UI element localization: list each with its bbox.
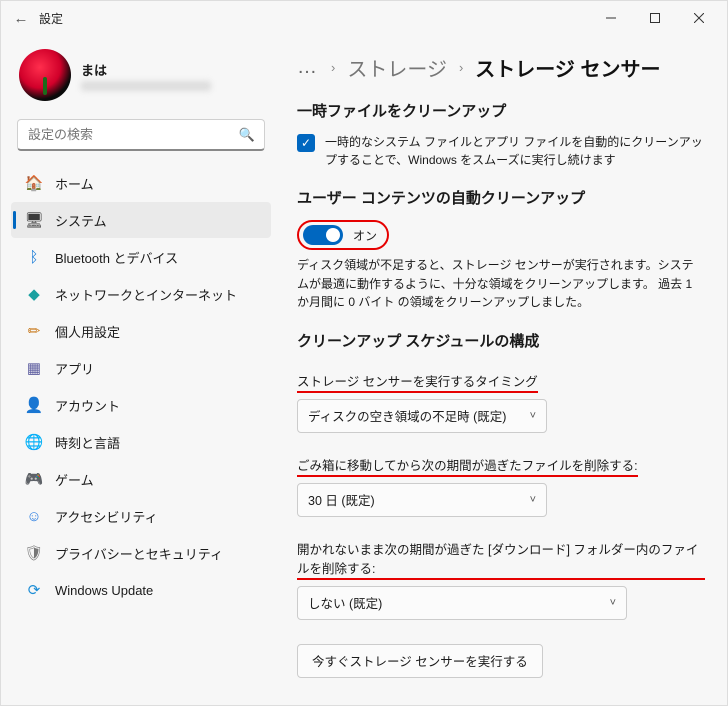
nav-bluetooth[interactable]: ᛒ Bluetooth とデバイス (11, 239, 271, 275)
search-box[interactable]: 🔍 (17, 119, 265, 151)
brush-icon: ✏ (25, 322, 43, 340)
nav-label: アカウント (55, 396, 120, 415)
temp-cleanup-checkbox[interactable]: ✓ (297, 134, 315, 152)
shield-icon: 🛡 (25, 544, 43, 562)
gamepad-icon: 🎮 (25, 470, 43, 488)
label-recycle-bin: ごみ箱に移動してから次の期間が過ぎたファイルを削除する: (297, 455, 638, 477)
settings-window: ← 設定 まは 🔍 🏠ホーム 🖥システム ᛒBluetooth とデバ (0, 0, 728, 706)
chevron-down-icon: ˅ (530, 410, 536, 422)
search-icon: 🔍 (239, 127, 255, 143)
minimize-button[interactable] (589, 3, 633, 33)
nav-personalization[interactable]: ✏ 個人用設定 (11, 313, 271, 349)
chevron-right-icon: › (331, 60, 335, 75)
titlebar: ← 設定 (1, 1, 727, 35)
nav-label: アクセシビリティ (55, 507, 158, 526)
nav-label: Bluetooth とデバイス (55, 248, 178, 267)
nav-label: ネットワークとインターネット (55, 285, 237, 304)
temp-cleanup-desc: 一時的なシステム ファイルとアプリ ファイルを自動的にクリーンアップすることで、… (325, 133, 705, 169)
profile-block[interactable]: まは (11, 43, 271, 113)
nav-apps[interactable]: ▦ アプリ (11, 350, 271, 386)
nav-accounts[interactable]: 👤 アカウント (11, 387, 271, 423)
select-recycle-bin[interactable]: 30 日 (既定) ˅ (297, 483, 547, 517)
apps-icon: ▦ (25, 359, 43, 377)
profile-email-blurred (81, 81, 211, 91)
nav-label: 個人用設定 (55, 322, 120, 341)
temp-cleanup-row: ✓ 一時的なシステム ファイルとアプリ ファイルを自動的にクリーンアップすること… (297, 133, 705, 169)
update-icon: ⟳ (25, 581, 43, 599)
breadcrumb: … › ストレージ › ストレージ センサー (297, 53, 705, 82)
annotation-circle: オン (297, 220, 389, 250)
nav-label: 時刻と言語 (55, 433, 120, 452)
chevron-down-icon: ˅ (530, 494, 536, 506)
run-now-label: 今すぐストレージ センサーを実行する (312, 651, 528, 670)
profile-name: まは (81, 60, 211, 79)
main-content: … › ストレージ › ストレージ センサー 一時ファイルをクリーンアップ ✓ … (281, 35, 727, 705)
back-button[interactable]: ← (7, 10, 35, 27)
toggle-state-label: オン (353, 227, 377, 244)
select-run-timing[interactable]: ディスクの空き領域の不足時 (既定) ˅ (297, 399, 547, 433)
window-title: 設定 (39, 10, 63, 27)
nav-windows-update[interactable]: ⟳ Windows Update (11, 572, 271, 608)
auto-cleanup-desc: ディスク領域が不足すると、ストレージ センサーが実行されます。システムが最適に動… (297, 256, 705, 312)
auto-cleanup-toggle[interactable] (303, 225, 343, 245)
nav-label: アプリ (55, 359, 94, 378)
nav-privacy[interactable]: 🛡 プライバシーとセキュリティ (11, 535, 271, 571)
section-title-temp: 一時ファイルをクリーンアップ (297, 100, 705, 121)
section-title-schedule: クリーンアップ スケジュールの構成 (297, 330, 705, 351)
nav-accessibility[interactable]: ☺ アクセシビリティ (11, 498, 271, 534)
nav-label: ホーム (55, 174, 94, 193)
nav-system[interactable]: 🖥 システム (11, 202, 271, 238)
nav-network[interactable]: ◆ ネットワークとインターネット (11, 276, 271, 312)
nav-label: システム (55, 211, 107, 230)
chevron-down-icon: ˅ (610, 597, 616, 609)
nav-label: Windows Update (55, 583, 153, 598)
person-icon: 👤 (25, 396, 43, 414)
system-icon: 🖥 (25, 211, 43, 229)
avatar (19, 49, 71, 101)
breadcrumb-storage[interactable]: ストレージ (347, 53, 447, 82)
home-icon: 🏠 (25, 174, 43, 192)
search-input[interactable] (17, 119, 265, 151)
maximize-button[interactable] (633, 3, 677, 33)
chevron-right-icon: › (459, 60, 463, 75)
select-value: ディスクの空き領域の不足時 (既定) (308, 406, 506, 425)
label-run-timing: ストレージ センサーを実行するタイミング (297, 371, 538, 393)
wifi-icon: ◆ (25, 285, 43, 303)
nav-list: 🏠 ホーム 🖥 システム ᛒ Bluetooth とデバイス ◆ ネットワークとインター… (11, 165, 271, 608)
globe-clock-icon: 🌐 (25, 433, 43, 451)
nav-label: ゲーム (55, 470, 94, 489)
nav-gaming[interactable]: 🎮 ゲーム (11, 461, 271, 497)
section-title-auto: ユーザー コンテンツの自動クリーンアップ (297, 187, 705, 208)
nav-time-language[interactable]: 🌐 時刻と言語 (11, 424, 271, 460)
nav-label: プライバシーとセキュリティ (55, 544, 223, 563)
bluetooth-icon: ᛒ (25, 248, 43, 266)
breadcrumb-current: ストレージ センサー (475, 53, 660, 82)
breadcrumb-overflow[interactable]: … (297, 56, 319, 79)
select-value: しない (既定) (308, 593, 382, 612)
label-downloads: 開かれないまま次の期間が過ぎた [ダウンロード] フォルダー内のファイルを削除す… (297, 539, 705, 580)
select-value: 30 日 (既定) (308, 490, 375, 509)
run-now-button[interactable]: 今すぐストレージ センサーを実行する (297, 644, 543, 678)
sidebar: まは 🔍 🏠 ホーム 🖥 システム ᛒ Bluetooth とデバイス ◆ ネットワーク… (1, 35, 281, 705)
select-downloads[interactable]: しない (既定) ˅ (297, 586, 627, 620)
close-button[interactable] (677, 3, 721, 33)
nav-home[interactable]: 🏠 ホーム (11, 165, 271, 201)
accessibility-icon: ☺ (25, 507, 43, 525)
